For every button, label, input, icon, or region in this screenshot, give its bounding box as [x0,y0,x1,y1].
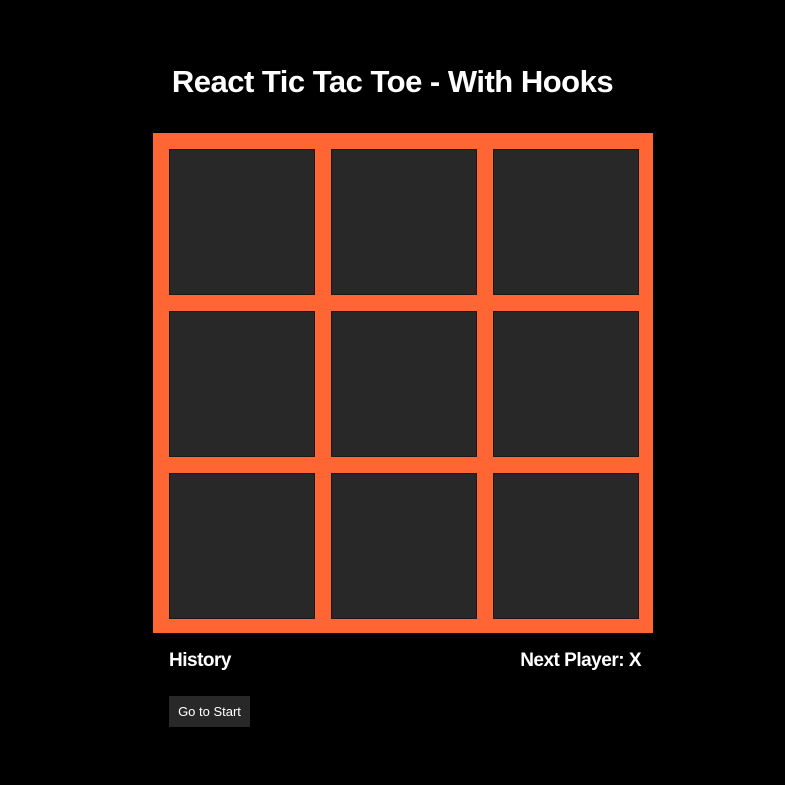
board-square-7[interactable] [169,473,315,619]
board-square-8[interactable] [331,473,477,619]
game-board [153,133,653,633]
next-player-status: Next Player: X [520,650,641,671]
board-square-6[interactable] [493,311,639,457]
board-square-4[interactable] [169,311,315,457]
page-title: React Tic Tac Toe - With Hooks [171,64,614,99]
history-heading: History [169,650,231,671]
board-square-5[interactable] [331,311,477,457]
go-to-start-button[interactable]: Go to Start [169,696,250,727]
board-square-9[interactable] [493,473,639,619]
board-square-1[interactable] [169,149,315,295]
board-square-3[interactable] [493,149,639,295]
board-square-2[interactable] [331,149,477,295]
